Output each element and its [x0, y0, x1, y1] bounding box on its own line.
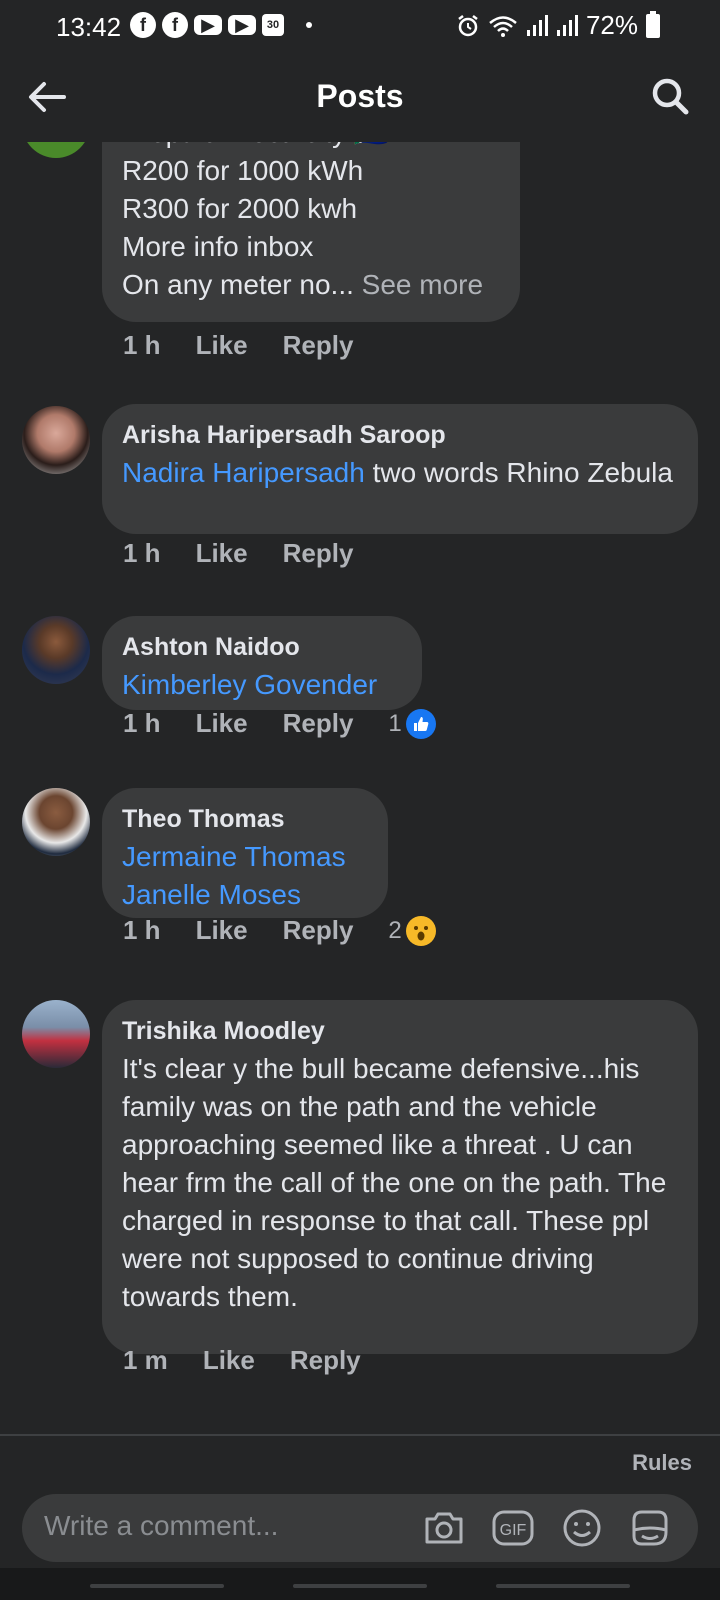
comment-bubble: Theo Thomas Jermaine Thomas Janelle Mose… [102, 788, 388, 918]
sticker-icon[interactable] [628, 1506, 672, 1550]
signal-icon [556, 14, 578, 36]
camera-icon[interactable] [422, 1506, 466, 1550]
see-more-link[interactable]: See more [362, 269, 483, 300]
reaction-summary[interactable]: 1 [388, 708, 436, 739]
comment-actions: 1 h Like Reply 2 [123, 915, 436, 946]
reaction-count: 1 [388, 709, 402, 737]
notification-icons: f f ▶ ▶ 30 [130, 12, 312, 38]
system-back-button[interactable] [496, 1584, 630, 1588]
like-button[interactable]: Like [196, 915, 248, 946]
comment-actions: 1 h Like Reply [123, 330, 388, 361]
reply-button[interactable]: Reply [283, 915, 354, 946]
facebook-icon: f [130, 12, 156, 38]
reply-button[interactable]: Reply [283, 708, 354, 739]
comment-bubble: Ashton Naidoo Kimberley Govender [102, 616, 422, 710]
home-button[interactable] [293, 1584, 427, 1588]
comment-bubble: Prepaid Electricity 🇿🇦 R200 for 1000 kWh… [102, 142, 520, 322]
gif-icon[interactable]: GIF [491, 1506, 535, 1550]
more-notifications-dot [306, 22, 312, 28]
recent-apps-button[interactable] [90, 1584, 224, 1588]
avatar[interactable] [22, 142, 90, 158]
avatar[interactable] [22, 788, 90, 856]
commenter-name[interactable]: Trishika Moodley [122, 1012, 678, 1050]
comment-text: It's clear y the bull became defensive..… [122, 1053, 667, 1312]
comment-time: 1 m [123, 1345, 168, 1375]
commenter-name[interactable]: Arisha Haripersadh Saroop [122, 416, 678, 454]
comment-list[interactable]: Prepaid Electricity 🇿🇦 R200 for 1000 kWh… [0, 142, 720, 1432]
comment-time: 1 h [123, 915, 161, 945]
gif-label: GIF [500, 1522, 527, 1539]
tagged-user-link[interactable]: Nadira Haripersadh [122, 457, 365, 488]
commenter-name[interactable]: Ashton Naidoo [122, 628, 402, 666]
status-time: 13:42 [56, 12, 122, 42]
comment-line: On any meter no... See more [122, 266, 500, 304]
like-reaction-icon [405, 708, 436, 739]
comment-input[interactable] [44, 1510, 404, 1542]
reply-button[interactable]: Reply [290, 1345, 361, 1376]
system-icons: 72% [456, 10, 660, 41]
comment-actions: 1 h Like Reply [123, 538, 388, 569]
page-title: Posts [316, 78, 404, 114]
comment-line: More info inbox [122, 231, 314, 262]
comment-bubble: Arisha Haripersadh Saroop Nadira Hariper… [102, 404, 698, 534]
search-icon[interactable] [648, 74, 694, 120]
avatar[interactable] [22, 616, 90, 684]
commenter-name[interactable]: Theo Thomas [122, 800, 368, 838]
battery-percent: 72% [585, 10, 638, 40]
signal-icon [526, 14, 548, 36]
reply-button[interactable]: Reply [283, 330, 354, 361]
reply-button[interactable]: Reply [283, 538, 354, 569]
comment-line: R300 for 2000 kwh [122, 193, 358, 224]
tagged-user-link[interactable]: Kimberley Govender [122, 666, 402, 704]
comment-actions: 1 m Like Reply [123, 1345, 396, 1376]
tagged-user-link[interactable]: Janelle Moses [122, 876, 368, 914]
alarm-icon [458, 14, 478, 36]
comment-line: R200 for 1000 kWh [122, 155, 364, 186]
comment-line: Prepaid Electricity 🇿🇦 [122, 142, 500, 152]
calendar-icon: 30 [262, 14, 284, 36]
comment-text-body: two words Rhino Zebula [364, 457, 673, 488]
composer-divider [0, 1434, 720, 1436]
comment-text: On any meter no... [122, 269, 354, 300]
like-button[interactable]: Like [196, 330, 248, 361]
status-bar: 13:42 f f ▶ ▶ 30 72% [0, 0, 720, 52]
top-app-bar: Posts [0, 52, 720, 142]
emoji-icon[interactable] [560, 1506, 604, 1550]
facebook-icon: f [162, 12, 188, 38]
youtube-icon: ▶ [194, 15, 222, 35]
reaction-count: 2 [388, 916, 402, 944]
wifi-icon [489, 15, 517, 37]
comment-time: 1 h [123, 330, 161, 360]
comment-time: 1 h [123, 708, 161, 738]
like-button[interactable]: Like [196, 708, 248, 739]
like-button[interactable]: Like [196, 538, 248, 569]
comment-composer: GIF [22, 1494, 698, 1562]
avatar[interactable] [22, 406, 90, 474]
wow-reaction-icon [405, 915, 436, 946]
youtube-icon: ▶ [228, 15, 256, 35]
comment-text: Nadira Haripersadh two words Rhino Zebul… [122, 454, 678, 492]
system-nav-bar [0, 1568, 720, 1600]
comment-bubble: Trishika Moodley It's clear y the bull b… [102, 1000, 698, 1354]
comment-actions: 1 h Like Reply 1 [123, 708, 436, 739]
like-button[interactable]: Like [203, 1345, 255, 1376]
comment-time: 1 h [123, 538, 161, 568]
reaction-summary[interactable]: 2 [388, 915, 436, 946]
tagged-user-link[interactable]: Jermaine Thomas [122, 838, 368, 876]
avatar[interactable] [22, 1000, 90, 1068]
battery-icon [646, 10, 660, 38]
rules-link[interactable]: Rules [632, 1450, 692, 1476]
